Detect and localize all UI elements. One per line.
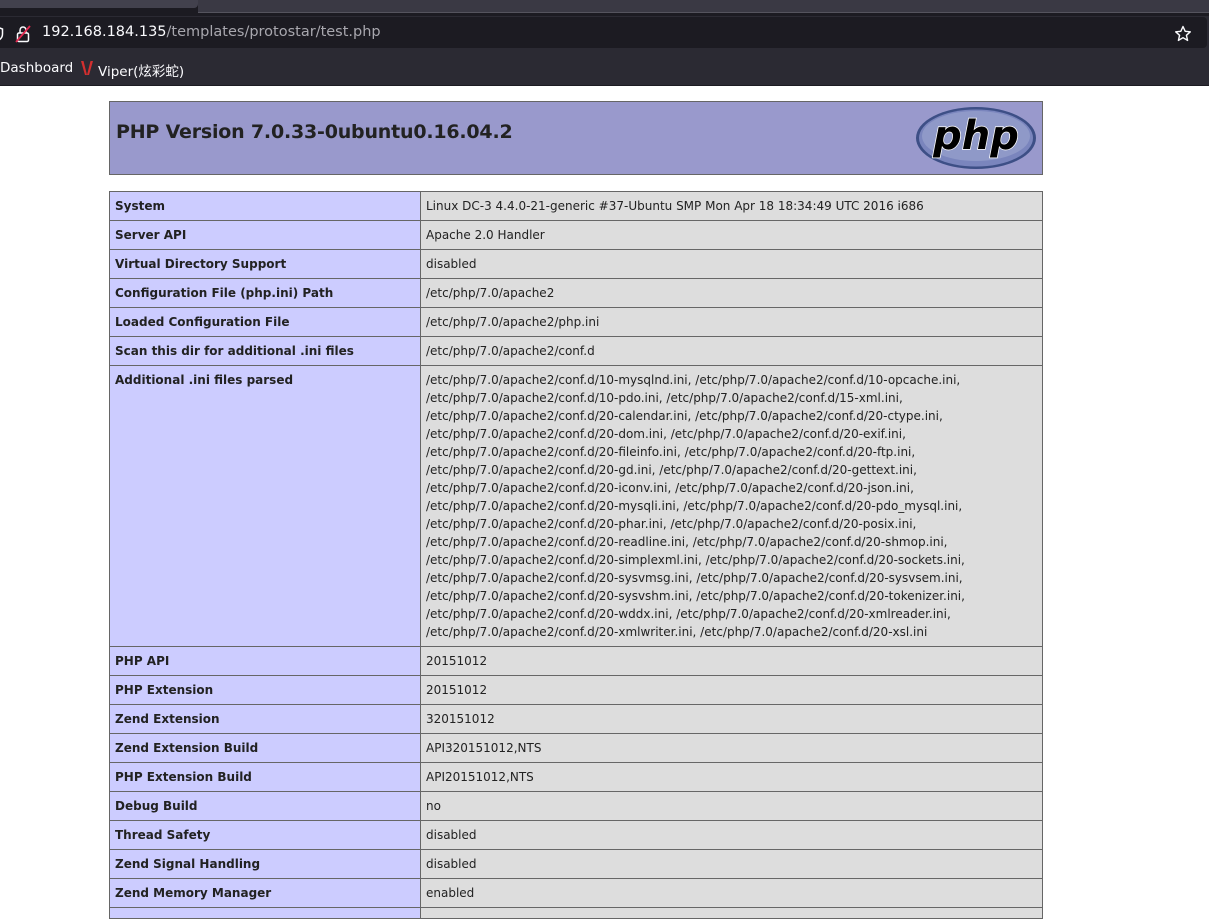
table-row: Virtual Directory Support disabled (109, 249, 1043, 279)
row-key: PHP Extension (109, 675, 421, 705)
php-logo-text: php (932, 113, 1019, 159)
table-row: PHP API 20151012 (109, 646, 1043, 676)
tab-strip (0, 0, 1209, 16)
page-title: PHP Version 7.0.33-0ubuntu0.16.04.2 (116, 121, 513, 143)
row-value: disabled (420, 249, 1043, 279)
url-text[interactable]: 192.168.184.135/templates/protostar/test… (42, 24, 381, 40)
star-icon[interactable] (1174, 25, 1192, 43)
info-table: System Linux DC-3 4.4.0-21-generic #37-Ub… (109, 191, 1043, 919)
row-value: 20151012 (420, 675, 1043, 705)
row-key: Zend Signal Handling (109, 849, 421, 879)
row-value: disabled (420, 820, 1043, 850)
table-row: PHP Extension Build API20151012,NTS (109, 762, 1043, 792)
table-row: PHP Extension 20151012 (109, 675, 1043, 705)
bookmark-dashboard[interactable]: Dashboard (0, 60, 73, 76)
bookmark-viper[interactable]: Viper(炫彩蛇) (98, 60, 184, 80)
row-value: 20151012 (420, 646, 1043, 676)
php-logo: php (916, 107, 1036, 169)
table-row: Server API Apache 2.0 Handler (109, 220, 1043, 250)
table-row: Zend Signal Handling disabled (109, 849, 1043, 879)
row-value: /etc/php/7.0/apache2/conf.d/10-mysqlnd.i… (420, 365, 1043, 647)
table-row: Loaded Configuration File/etc/php/7.0/ap… (109, 307, 1043, 337)
url-host: 192.168.184.135 (42, 24, 167, 40)
row-key: System (109, 191, 421, 221)
row-value: Apache 2.0 Handler (420, 220, 1043, 250)
php-header: PHP Version 7.0.33-0ubuntu0.16.04.2 php (109, 101, 1043, 175)
row-key: Debug Build (109, 791, 421, 821)
table-row: Zend Memory Manager enabled (109, 878, 1043, 908)
table-row (109, 907, 1043, 919)
table-row: Configuration File (php.ini) Path/etc/ph… (109, 278, 1043, 308)
address-bar[interactable]: 192.168.184.135/templates/protostar/test… (0, 17, 1207, 48)
row-value: /etc/php/7.0/apache2/php.ini (420, 307, 1043, 337)
navigation-bar: 192.168.184.135/templates/protostar/test… (0, 16, 1209, 50)
active-tab[interactable] (0, 0, 198, 8)
row-value: API20151012,NTS (420, 762, 1043, 792)
shield-icon[interactable] (0, 26, 4, 42)
row-value: API320151012,NTS (420, 733, 1043, 763)
bookmarks-toolbar: Dashboard Viper(炫彩蛇) (0, 50, 1209, 86)
page-content: PHP Version 7.0.33-0ubuntu0.16.04.2 php … (0, 86, 1209, 919)
row-value: no (420, 791, 1043, 821)
table-row: System Linux DC-3 4.4.0-21-generic #37-Ub… (109, 191, 1043, 221)
row-key: Additional .ini files parsed (109, 365, 421, 647)
row-value: disabled (420, 849, 1043, 879)
row-value: enabled (420, 878, 1043, 908)
tab-divider (198, 12, 1209, 13)
row-value: /etc/php/7.0/apache2/conf.d (420, 336, 1043, 366)
lock-icon[interactable] (15, 25, 31, 43)
row-key: PHP Extension Build (109, 762, 421, 792)
table-row: Debug Build no (109, 791, 1043, 821)
table-row: Zend Extension Build API320151012,NTS (109, 733, 1043, 763)
row-key: Zend Extension (109, 704, 421, 734)
table-row: Thread Safety disabled (109, 820, 1043, 850)
row-key: Loaded Configuration File (109, 307, 421, 337)
row-key: Scan this dir for additional .ini files (109, 336, 421, 366)
row-value: Linux DC-3 4.4.0-21-generic #37-Ubuntu S… (420, 191, 1043, 221)
table-row: Additional .ini files parsed/etc/php/7.0… (109, 365, 1043, 647)
table-row: Zend Extension 320151012 (109, 704, 1043, 734)
url-path: /templates/protostar/test.php (166, 24, 381, 40)
row-key: Server API (109, 220, 421, 250)
viper-icon (81, 61, 93, 75)
row-value (420, 907, 1043, 919)
table-row: Scan this dir for additional .ini files /… (109, 336, 1043, 366)
row-key: PHP API (109, 646, 421, 676)
row-value: /etc/php/7.0/apache2 (420, 278, 1043, 308)
row-key: Zend Memory Manager (109, 878, 421, 908)
tab-bar-background (198, 0, 1209, 12)
row-key (109, 907, 421, 919)
row-key: Zend Extension Build (109, 733, 421, 763)
row-key: Configuration File (php.ini) Path (109, 278, 421, 308)
row-key: Thread Safety (109, 820, 421, 850)
row-key: Virtual Directory Support (109, 249, 421, 279)
row-value: 320151012 (420, 704, 1043, 734)
